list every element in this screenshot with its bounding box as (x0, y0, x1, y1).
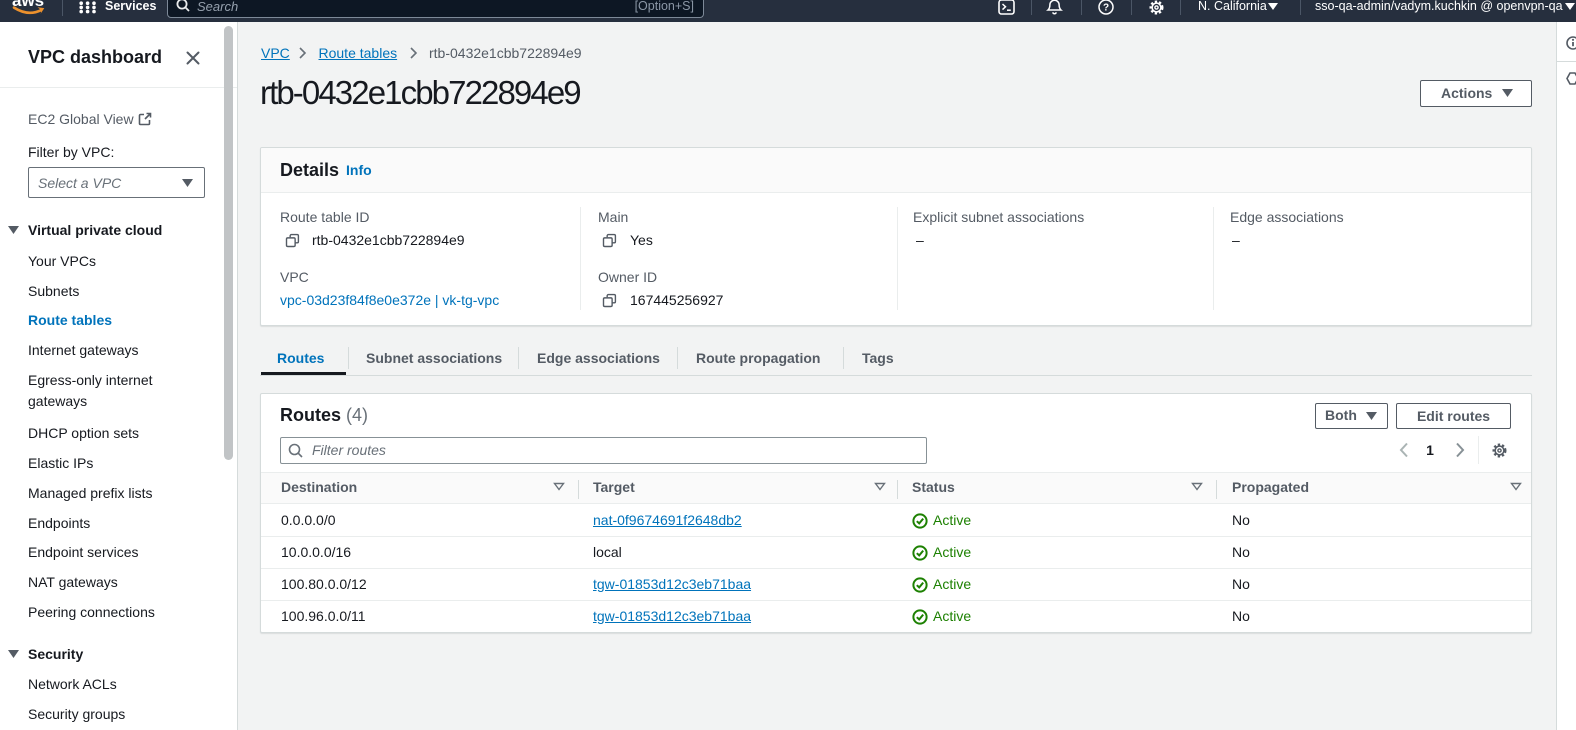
svg-text:?: ? (1103, 3, 1109, 14)
